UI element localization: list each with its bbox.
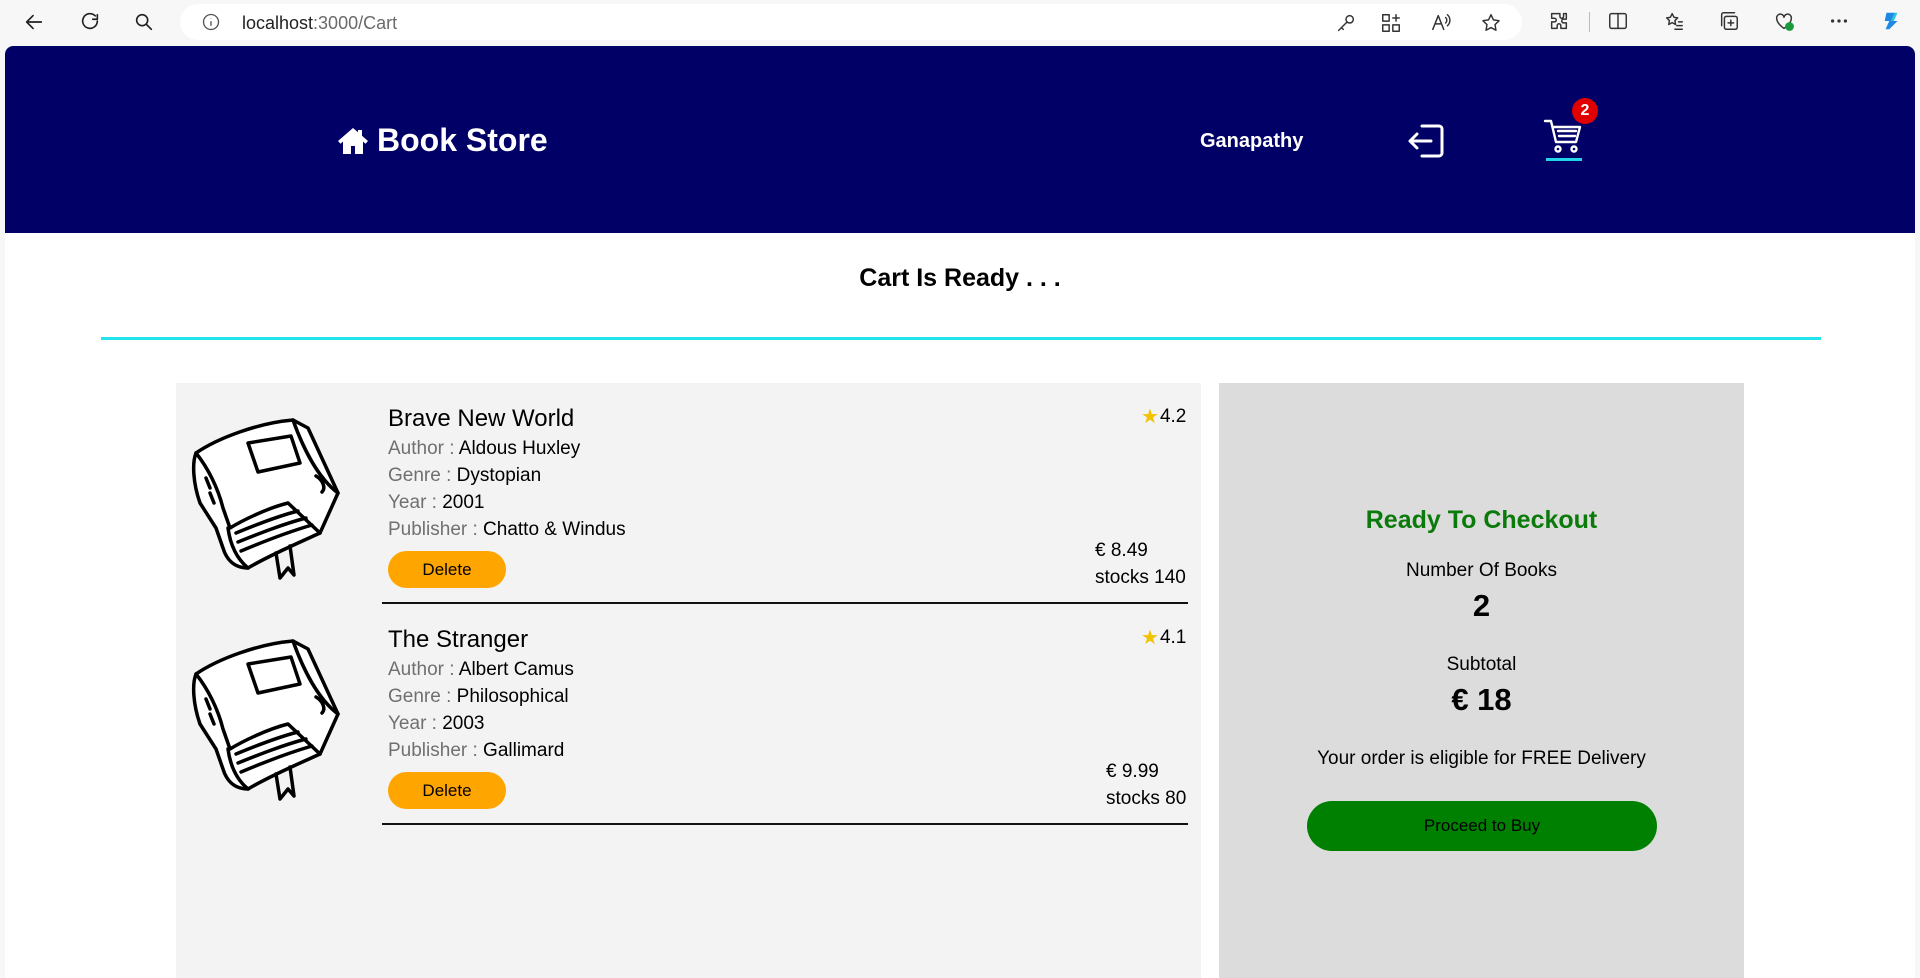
- page-viewport: Book Store Ganapathy 2 Cart Is Ready . .…: [5, 46, 1915, 978]
- book-price: € 8.49: [1095, 540, 1148, 561]
- book-year: Year : 2001: [388, 492, 485, 513]
- url-text[interactable]: localhost:3000/Cart: [242, 13, 397, 34]
- book-stock: stocks 80: [1106, 788, 1187, 809]
- book-rating: ★ 4.1: [1141, 626, 1187, 650]
- subtotal-label: Subtotal: [1446, 654, 1517, 675]
- book-genre: Genre : Philosophical: [388, 686, 569, 707]
- collections-icon[interactable]: [1718, 10, 1742, 34]
- browser-toolbar: localhost:3000/Cart: [0, 0, 1920, 44]
- book-genre: Genre : Dystopian: [388, 465, 542, 486]
- book-stock: stocks 140: [1095, 567, 1186, 588]
- delete-button[interactable]: Delete: [388, 551, 506, 588]
- book-price-block: € 9.99 stocks 80: [1106, 758, 1186, 812]
- split-screen-icon[interactable]: [1607, 10, 1631, 34]
- book-price: € 9.99: [1106, 761, 1159, 782]
- delete-button[interactable]: Delete: [388, 772, 506, 809]
- proceed-to-buy-button[interactable]: Proceed to Buy: [1307, 801, 1657, 851]
- navbar: Book Store Ganapathy 2: [5, 46, 1915, 233]
- cart-count-badge: 2: [1572, 98, 1598, 124]
- logout-button[interactable]: [1405, 120, 1447, 162]
- more-options-icon[interactable]: [1828, 10, 1852, 34]
- delivery-note: Your order is eligible for FREE Delivery: [1317, 748, 1646, 769]
- star-icon: ★: [1141, 627, 1159, 649]
- book-illustration: [191, 418, 340, 580]
- toolbar-divider: [1589, 12, 1590, 32]
- book-publisher: Publisher : Gallimard: [388, 740, 565, 761]
- page-heading: Cart Is Ready . . .: [859, 264, 1061, 292]
- checkout-title: Ready To Checkout: [1365, 506, 1598, 534]
- book-illustration: [191, 639, 340, 801]
- subtotal-value: € 18: [1451, 682, 1512, 717]
- key-icon[interactable]: [1335, 12, 1357, 34]
- book-count-label: Number Of Books: [1406, 560, 1557, 581]
- cart-item: The Stranger Author : Albert Camus Genre…: [176, 604, 1201, 825]
- book-count-value: 2: [1472, 588, 1491, 623]
- home-icon: [338, 127, 368, 154]
- app-available-icon[interactable]: [1380, 12, 1402, 34]
- heading-divider: [101, 337, 1821, 340]
- book-year: Year : 2003: [388, 713, 485, 734]
- cart-icon: [1543, 119, 1582, 153]
- book-price-block: € 8.49 stocks 140: [1095, 537, 1186, 591]
- book-author: Author : Aldous Huxley: [388, 438, 581, 459]
- brand-link[interactable]: Book Store: [337, 122, 548, 159]
- book-publisher: Publisher : Chatto & Windus: [388, 519, 626, 540]
- checkout-summary-panel: Ready To Checkout Number Of Books 2 Subt…: [1219, 383, 1744, 978]
- back-icon[interactable]: [20, 8, 48, 36]
- copilot-icon[interactable]: [1881, 10, 1905, 34]
- cart-item: Brave New World Author : Aldous Huxley G…: [176, 383, 1201, 604]
- address-bar[interactable]: localhost:3000/Cart: [180, 4, 1522, 40]
- book-title: The Stranger: [388, 626, 529, 653]
- search-icon[interactable]: [130, 8, 158, 36]
- username-label: Ganapathy: [1200, 130, 1304, 152]
- site-info-icon[interactable]: [202, 13, 220, 31]
- book-author: Author : Albert Camus: [388, 659, 574, 680]
- item-divider: [382, 823, 1188, 825]
- cart-active-underline: [1546, 158, 1582, 161]
- favorite-star-icon[interactable]: [1480, 12, 1502, 34]
- favorites-icon[interactable]: [1663, 10, 1687, 34]
- extensions-icon[interactable]: [1548, 10, 1572, 34]
- read-aloud-icon[interactable]: [1430, 12, 1452, 34]
- star-icon: ★: [1141, 406, 1159, 428]
- browser-essentials-icon[interactable]: [1773, 10, 1797, 34]
- cart-items-panel: Brave New World Author : Aldous Huxley G…: [176, 383, 1201, 978]
- brand-title: Book Store: [377, 122, 548, 158]
- book-rating: ★ 4.2: [1141, 405, 1187, 429]
- book-title: Brave New World: [388, 405, 575, 432]
- refresh-icon[interactable]: [76, 8, 104, 36]
- logout-icon: [1408, 124, 1444, 158]
